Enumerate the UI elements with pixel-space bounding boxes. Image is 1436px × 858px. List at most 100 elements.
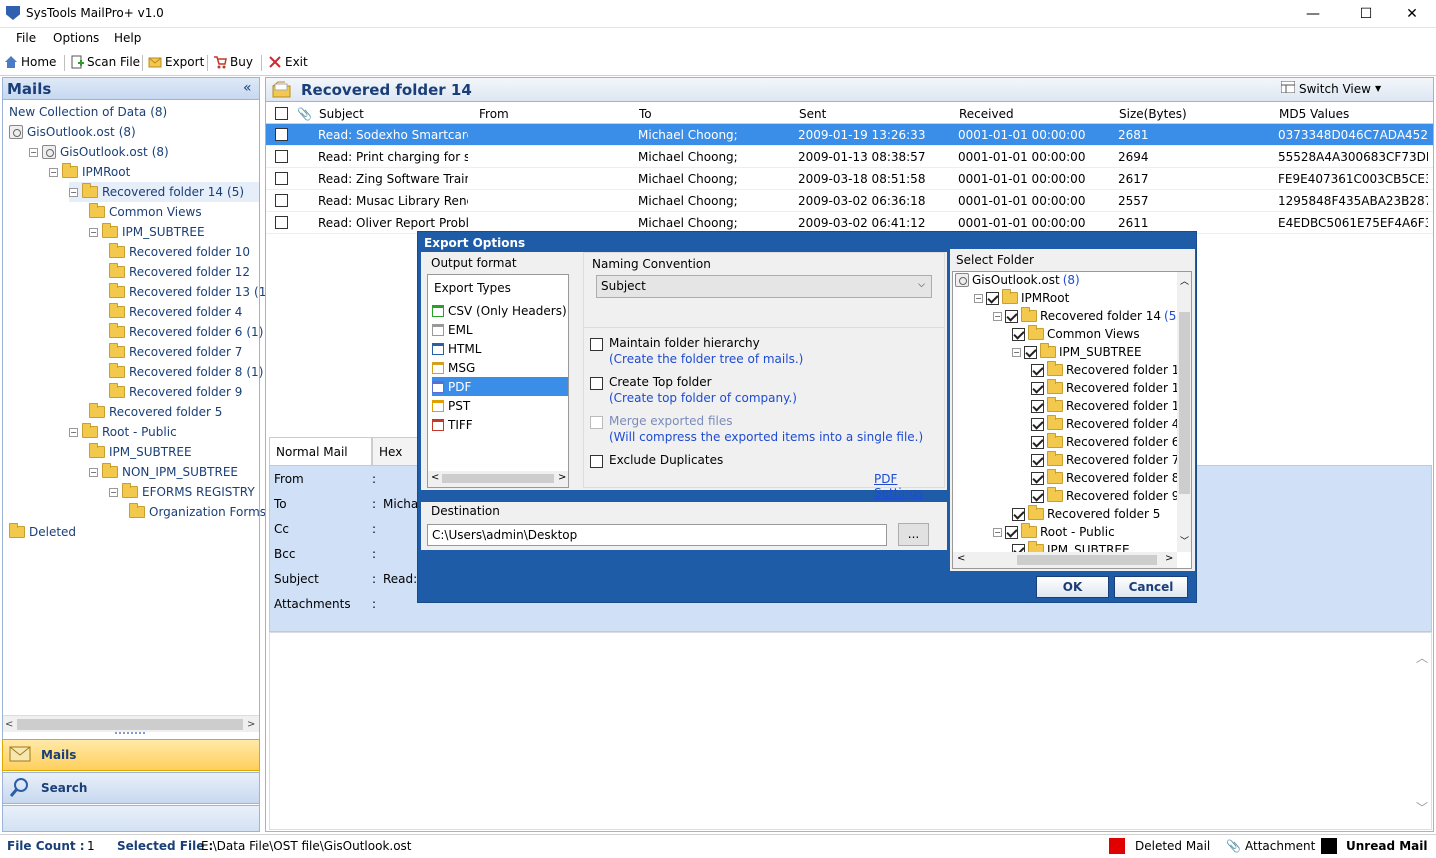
tree-item[interactable]: Recovered folder 7 [109, 342, 242, 362]
folder-checkbox[interactable] [1031, 489, 1044, 503]
pdf-settings-link[interactable]: PDF Settings [874, 472, 944, 500]
tree-item[interactable]: Recovered folder 5 [89, 402, 222, 422]
folder-checkbox[interactable] [1031, 381, 1044, 395]
folder-tree-item[interactable]: Recovered folder 6(1) [1031, 433, 1191, 451]
ok-button[interactable]: OK [1036, 576, 1109, 598]
tree-item[interactable]: − IPM_SUBTREE [89, 222, 205, 242]
tree-item[interactable]: − Root - Public [69, 422, 177, 442]
collapse-toggle-icon[interactable]: − [69, 187, 78, 197]
tree-item[interactable]: Recovered folder 12 [109, 262, 250, 282]
row-checkbox[interactable] [275, 128, 288, 141]
tab-normal-mail-view[interactable]: Normal Mail View [269, 437, 372, 487]
tree-horizontal-scrollbar[interactable]: < > [3, 715, 259, 732]
folder-tree-item[interactable]: GisOutlook.ost (8) [955, 272, 1080, 289]
option-checkbox[interactable] [590, 338, 603, 351]
scroll-up-icon[interactable]: ︿ [1416, 649, 1428, 666]
folder-checkbox[interactable] [1031, 417, 1044, 431]
splitter-grip[interactable] [115, 732, 145, 736]
col-sent[interactable]: Sent [799, 107, 826, 121]
tree-item[interactable]: Recovered folder 9 [109, 382, 242, 402]
folder-tree-item[interactable]: − Root - Public [993, 523, 1115, 541]
collapse-toggle-icon[interactable]: − [993, 311, 1002, 321]
tree-item[interactable]: Recovered folder 6 (1) [109, 322, 263, 342]
col-subject[interactable]: Subject [319, 107, 364, 121]
home-button[interactable]: Home [4, 55, 56, 69]
collapse-toggle-icon[interactable]: − [49, 167, 58, 177]
folder-checkbox[interactable] [1005, 525, 1018, 539]
menu-help[interactable]: Help [114, 31, 141, 45]
folder-checkbox[interactable] [986, 291, 999, 305]
collapse-toggle-icon[interactable]: − [89, 467, 98, 477]
export-type-option[interactable]: TIFF [432, 415, 568, 434]
export-type-option[interactable]: PDF [432, 377, 568, 396]
menu-options[interactable]: Options [53, 31, 99, 45]
nav-search-button[interactable]: Search [2, 772, 260, 804]
folder-tree-item[interactable]: Recovered folder 12 [1031, 379, 1187, 397]
nav-mails-button[interactable]: Mails [2, 739, 260, 771]
tree-item[interactable]: Organization Forms [129, 502, 266, 522]
tree-item[interactable]: − GisOutlook.ost (8) [29, 142, 169, 162]
folder-tree-item[interactable]: Recovered folder 9 [1031, 487, 1179, 505]
table-row[interactable]: Read: Musac Library Renewal Michael Choon… [266, 190, 1433, 212]
option-label[interactable]: Maintain folder hierarchy [609, 336, 760, 350]
tree-item[interactable]: Recovered folder 4 [109, 302, 242, 322]
select-all-checkbox[interactable] [275, 107, 288, 120]
table-row[interactable]: Read: Zing Software Training Michael Choo… [266, 168, 1433, 190]
folder-checkbox[interactable] [1031, 399, 1044, 413]
folder-tree-item[interactable]: Common Views [1012, 325, 1140, 343]
folder-tree-item[interactable]: Recovered folder 10 [1031, 361, 1187, 379]
scroll-down-icon[interactable]: ﹀ [1416, 799, 1428, 816]
maximize-button[interactable]: ☐ [1343, 0, 1389, 28]
option-label[interactable]: Exclude Duplicates [609, 453, 723, 467]
menu-file[interactable]: File [16, 31, 36, 45]
folder-tree-item[interactable]: Recovered folder 8(1) [1031, 469, 1191, 487]
folder-tree-item[interactable]: − IPMRoot [974, 289, 1069, 307]
folder-checkbox[interactable] [1024, 345, 1037, 359]
folder-checkbox[interactable] [1005, 309, 1018, 323]
export-type-option[interactable]: EML [432, 320, 568, 339]
collapse-panel-button[interactable]: « [243, 80, 252, 96]
folder-tree-item[interactable]: − Recovered folder 14 (5) [993, 307, 1181, 325]
attachment-col-icon[interactable]: 📎 [297, 107, 312, 121]
folder-tree-hscrollbar[interactable]: < > [953, 552, 1177, 568]
folder-tree-item[interactable]: − IPM_SUBTREE [1012, 343, 1142, 361]
folder-checkbox[interactable] [1012, 507, 1025, 521]
tree-item[interactable]: Recovered folder 8 (1) [109, 362, 263, 382]
row-checkbox[interactable] [275, 172, 288, 185]
folder-checkbox[interactable] [1031, 453, 1044, 467]
buy-button[interactable]: Buy [213, 55, 253, 69]
folder-tree-item[interactable]: Recovered folder 13(1) [1031, 397, 1191, 415]
folder-tree-vscrollbar[interactable]: ︿ ﹀ [1177, 272, 1191, 552]
folder-tree-item[interactable]: Recovered folder 7 [1031, 451, 1179, 469]
col-size[interactable]: Size(Bytes) [1119, 107, 1187, 121]
option-label[interactable]: Create Top folder [609, 375, 712, 389]
folder-checkbox[interactable] [1031, 363, 1044, 377]
tree-item[interactable]: Recovered folder 10 [109, 242, 250, 262]
collapse-toggle-icon[interactable]: − [69, 427, 78, 437]
folder-checkbox[interactable] [1012, 327, 1025, 341]
col-md5[interactable]: MD5 Values [1279, 107, 1349, 121]
folder-tree-item[interactable]: Recovered folder 4 [1031, 415, 1179, 433]
close-button[interactable]: ✕ [1389, 0, 1435, 28]
types-scrollbar[interactable]: < > [428, 471, 568, 487]
tree-item[interactable]: Recovered folder 13 (1) [109, 282, 271, 302]
folder-checkbox[interactable] [1031, 471, 1044, 485]
table-row[interactable]: Read: Print charging for stu... Michael C… [266, 146, 1433, 168]
table-row[interactable]: Read: Sodexho Smartcard Michael Choong; 20… [266, 124, 1433, 146]
row-checkbox[interactable] [275, 216, 288, 229]
tree-item[interactable]: Deleted [9, 522, 76, 542]
export-type-option[interactable]: MSG [432, 358, 568, 377]
collapse-toggle-icon[interactable]: − [109, 487, 118, 497]
row-checkbox[interactable] [275, 150, 288, 163]
export-type-option[interactable]: CSV (Only Headers) [432, 301, 568, 320]
export-type-option[interactable]: PST [432, 396, 568, 415]
col-from[interactable]: From [479, 107, 509, 121]
option-checkbox[interactable] [590, 455, 603, 468]
minimize-button[interactable]: — [1290, 0, 1336, 28]
collapse-toggle-icon[interactable]: − [974, 293, 983, 303]
mail-body-view[interactable]: ︿ ﹀ [269, 632, 1432, 830]
export-button[interactable]: Export [148, 55, 204, 69]
tab-hex-view[interactable]: Hex Vie [372, 437, 418, 465]
col-received[interactable]: Received [959, 107, 1014, 121]
folder-tree-item[interactable]: Recovered folder 5 [1012, 505, 1160, 523]
